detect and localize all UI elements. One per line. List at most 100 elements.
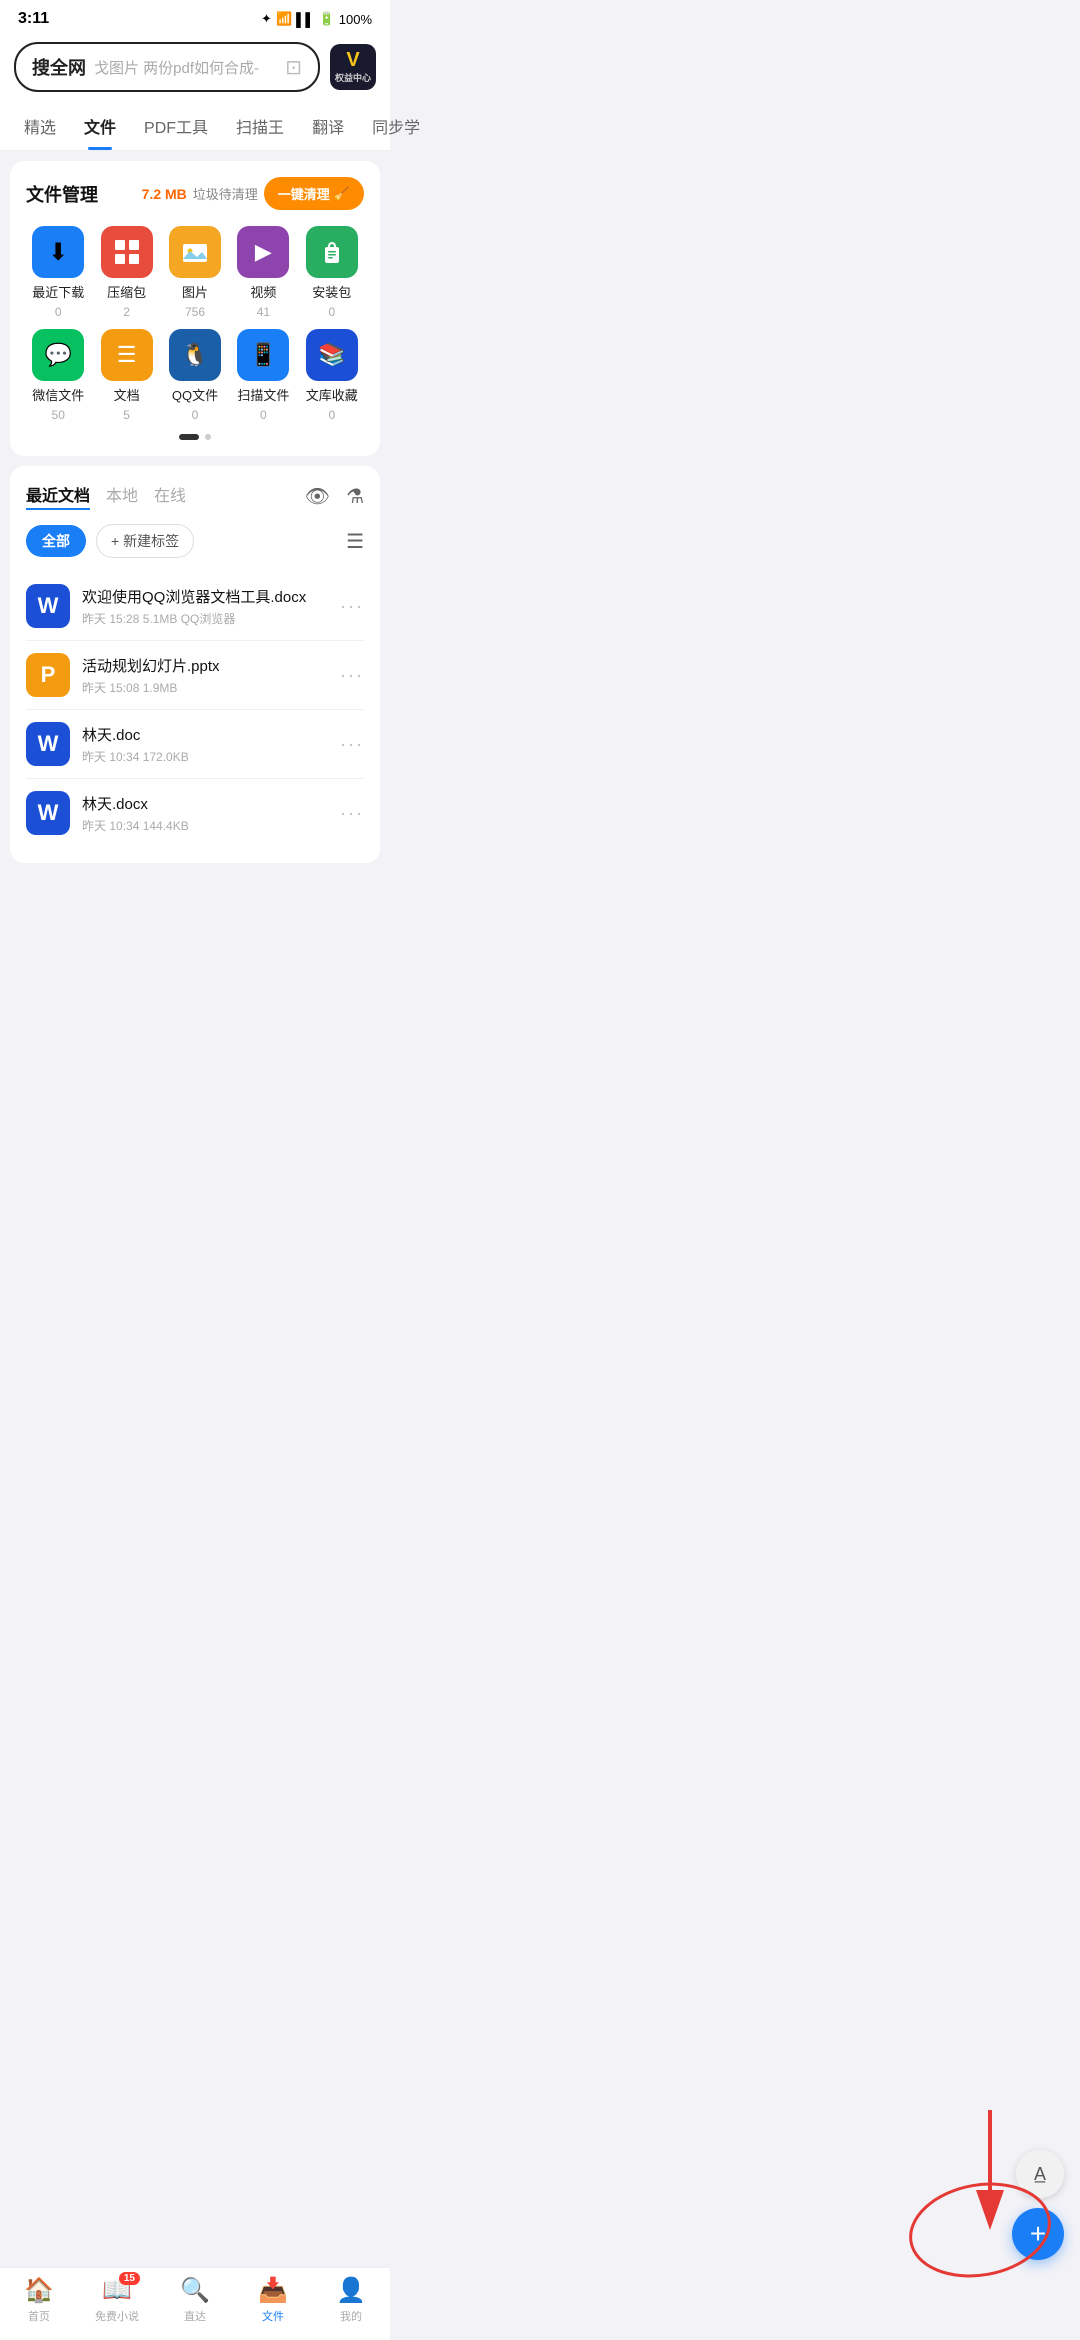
recent-docs-card: 最近文档 本地 在线 👁 ⚗ 全部 + 新建标签 ☰ W 欢迎使用QQ浏览器文档… (10, 466, 380, 863)
docs-label: 文档 (114, 385, 140, 404)
doc-meta-1: 昨天 15:28 5.1MB QQ浏览器 (82, 610, 328, 627)
tab-featured[interactable]: 精选 (10, 102, 70, 150)
tag-all[interactable]: 全部 (26, 525, 86, 557)
file-item-wechat[interactable]: 💬 微信文件 50 (26, 329, 90, 422)
status-time: 3:11 (18, 10, 49, 28)
status-icons: ✦ 📶 ▌▌ 🔋 100% (261, 11, 372, 27)
doc-more-2[interactable]: ··· (340, 665, 364, 686)
nav-file[interactable]: 📥 文件 (234, 2276, 312, 2324)
file-item-archive[interactable]: 压缩包 2 (94, 226, 158, 319)
image-label: 图片 (182, 282, 208, 301)
filter-icon[interactable]: ⚗ (346, 484, 364, 509)
apk-count: 0 (328, 305, 335, 319)
file-item-video[interactable]: ▶ 视频 41 (231, 226, 295, 319)
video-count: 41 (257, 305, 270, 319)
tab-file[interactable]: 文件 (70, 102, 130, 150)
doc-name-2: 活动规划幻灯片.pptx (82, 655, 328, 676)
archive-icon (101, 226, 153, 278)
doc-item-2[interactable]: P 活动规划幻灯片.pptx 昨天 15:08 1.9MB ··· (26, 641, 364, 710)
main-content: 文件管理 7.2 MB 垃圾待清理 一键清理 🧹 ⬇ 最近下载 0 (0, 151, 390, 963)
doc-name-3: 林天.doc (82, 724, 328, 745)
home-icon: 🏠 (24, 2276, 54, 2305)
archive-count: 2 (123, 305, 130, 319)
status-bar: 3:11 ✦ 📶 ▌▌ 🔋 100% (0, 0, 390, 34)
nav-direct[interactable]: 🔍 直达 (156, 2276, 234, 2324)
tag-menu-icon[interactable]: ☰ (346, 529, 364, 554)
scan-icon[interactable]: ⊡ (285, 55, 302, 80)
card-header: 文件管理 7.2 MB 垃圾待清理 一键清理 🧹 (26, 177, 364, 210)
doc-icon-word-2: W (26, 722, 70, 766)
file-item-download[interactable]: ⬇ 最近下载 0 (26, 226, 90, 319)
tab-pdf[interactable]: PDF工具 (130, 102, 222, 150)
doc-info-3: 林天.doc 昨天 10:34 172.0KB (82, 724, 328, 765)
bluetooth-icon: ✦ (261, 11, 272, 27)
clean-label: 一键清理 (278, 184, 330, 203)
tab-recent[interactable]: 最近文档 (26, 482, 90, 510)
battery-icon: 🔋 (319, 11, 335, 27)
tab-translate[interactable]: 翻译 (298, 102, 358, 150)
doc-meta-4: 昨天 10:34 144.4KB (82, 817, 328, 834)
search-bar: 搜全网 戈图片 两份pdf如何合成- ⊡ V 权益中心 (0, 34, 390, 102)
nav-novel[interactable]: 📖 15 免费小说 (78, 2276, 156, 2324)
mine-icon: 👤 (336, 2276, 366, 2305)
file-item-qq[interactable]: 🐧 QQ文件 0 (163, 329, 227, 422)
doc-more-4[interactable]: ··· (340, 803, 364, 824)
tab-local[interactable]: 本地 (106, 482, 138, 510)
scan-file-label: 扫描文件 (237, 385, 289, 404)
trash-info: 7.2 MB 垃圾待清理 一键清理 🧹 (142, 177, 364, 210)
doc-item-1[interactable]: W 欢迎使用QQ浏览器文档工具.docx 昨天 15:28 5.1MB QQ浏览… (26, 572, 364, 641)
tab-scan[interactable]: 扫描王 (222, 102, 298, 150)
fab-ocr-button[interactable]: A̲ (1016, 2150, 1064, 2198)
wechat-icon: 💬 (32, 329, 84, 381)
qq-label: QQ文件 (172, 385, 218, 404)
broom-icon: 🧹 (334, 186, 350, 202)
file-item-docs[interactable]: ☰ 文档 5 (94, 329, 158, 422)
doc-more-3[interactable]: ··· (340, 734, 364, 755)
file-nav-icon: 📥 (258, 2276, 288, 2305)
doc-icon-word-1: W (26, 584, 70, 628)
clean-button[interactable]: 一键清理 🧹 (264, 177, 364, 210)
signal-icon: ▌▌ (296, 12, 314, 27)
nav-mine[interactable]: 👤 我的 (312, 2276, 390, 2324)
video-icon: ▶ (237, 226, 289, 278)
nav-tabs: 精选 文件 PDF工具 扫描王 翻译 同步学 (0, 102, 390, 151)
add-icon: + (1030, 2220, 1046, 2248)
ocr-icon: A̲ (1034, 2164, 1046, 2185)
doc-meta-3: 昨天 10:34 172.0KB (82, 748, 328, 765)
search-bold-label: 搜全网 (32, 54, 86, 80)
vip-initial: V (346, 50, 359, 70)
docs-icon: ☰ (101, 329, 153, 381)
mine-label: 我的 (340, 2308, 362, 2324)
tab-sync[interactable]: 同步学 (358, 102, 434, 150)
doc-item-4[interactable]: W 林天.docx 昨天 10:34 144.4KB ··· (26, 779, 364, 847)
file-item-image[interactable]: 图片 756 (163, 226, 227, 319)
trash-size: 7.2 MB (142, 186, 187, 202)
wechat-count: 50 (52, 408, 65, 422)
download-label: 最近下载 (32, 282, 84, 301)
dot-active (179, 434, 199, 440)
doc-more-1[interactable]: ··· (340, 596, 364, 617)
scan-file-count: 0 (260, 408, 267, 422)
vip-avatar[interactable]: V 权益中心 (330, 44, 376, 90)
file-item-apk[interactable]: 安装包 0 (300, 226, 364, 319)
fab-add-button[interactable]: + (1012, 2208, 1064, 2260)
library-label: 文库收藏 (306, 385, 358, 404)
doc-icon-word-3: W (26, 791, 70, 835)
fab-container: A̲ + (1012, 2150, 1064, 2260)
file-item-scan[interactable]: 📱 扫描文件 0 (231, 329, 295, 422)
doc-item-3[interactable]: W 林天.doc 昨天 10:34 172.0KB ··· (26, 710, 364, 779)
header-actions: 👁 ⚗ (305, 484, 364, 509)
card-dots (26, 434, 364, 440)
scan-file-icon: 📱 (237, 329, 289, 381)
apk-label: 安装包 (312, 282, 351, 301)
tab-online[interactable]: 在线 (154, 482, 186, 510)
nav-home[interactable]: 🏠 首页 (0, 2276, 78, 2324)
file-item-library[interactable]: 📚 文库收藏 0 (300, 329, 364, 422)
search-placeholder: 戈图片 两份pdf如何合成- (94, 57, 259, 78)
novel-label: 免费小说 (95, 2308, 139, 2324)
tag-new-button[interactable]: + 新建标签 (96, 524, 194, 558)
card-title: 文件管理 (26, 181, 98, 207)
search-input-box[interactable]: 搜全网 戈图片 两份pdf如何合成- ⊡ (14, 42, 320, 92)
eye-icon[interactable]: 👁 (305, 484, 330, 509)
recent-docs-header: 最近文档 本地 在线 👁 ⚗ (26, 482, 364, 510)
